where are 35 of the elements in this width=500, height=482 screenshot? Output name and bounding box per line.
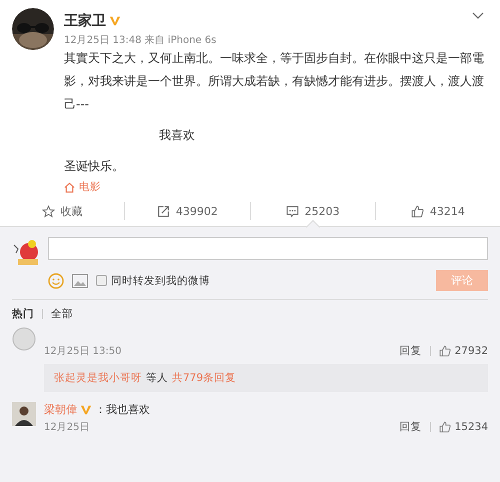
- star-icon: [42, 204, 55, 218]
- checkbox[interactable]: [96, 275, 107, 286]
- verified-icon: [80, 404, 92, 416]
- reply-link[interactable]: 回复: [400, 344, 422, 358]
- comment-tab[interactable]: 全部: [51, 307, 73, 321]
- comment-text: ：我也喜欢: [95, 402, 150, 417]
- thread-text: 等人: [146, 371, 168, 385]
- comment-time: 12月25日: [44, 421, 90, 434]
- thumbs-up-icon: [410, 204, 424, 218]
- like-button[interactable]: 15234: [438, 421, 488, 433]
- author-name[interactable]: 王家卫: [64, 12, 106, 30]
- like-button[interactable]: 27932: [438, 345, 488, 357]
- favorite-button[interactable]: 收藏: [0, 196, 124, 226]
- avatar[interactable]: [12, 402, 36, 426]
- repost-button[interactable]: 439902: [125, 196, 250, 226]
- comment-icon: [286, 204, 299, 218]
- post-text: 圣诞快乐。: [64, 158, 125, 175]
- thumbs-up-icon: [438, 421, 451, 433]
- reply-link[interactable]: 回复: [400, 420, 422, 434]
- chevron-down-icon[interactable]: [472, 12, 484, 20]
- image-icon[interactable]: [72, 274, 88, 288]
- like-button[interactable]: 43214: [376, 196, 500, 226]
- avatar[interactable]: [12, 8, 54, 50]
- comment-tab[interactable]: 热门: [12, 307, 34, 321]
- comment-time: 12月25日 13:50: [44, 345, 122, 358]
- share-icon: [156, 204, 170, 218]
- comment-input[interactable]: [48, 237, 488, 260]
- location-icon: [64, 182, 75, 192]
- smiley-icon[interactable]: [48, 272, 64, 288]
- thumbs-up-icon: [438, 345, 451, 357]
- repost-label: 同时转发到我的微博: [111, 274, 210, 288]
- post-text: 我喜欢: [159, 127, 196, 144]
- verified-icon: [109, 15, 121, 27]
- post-time: 12月25日 13:48 来自 iPhone 6s: [64, 34, 218, 47]
- post-text: 其實天下之大，又何止南北。一味求全，等于固步自封。在你眼中这只是一部電影，对我来讲是一个世界。所谓大成若缺，有缺憾才能有进步。摆渡人，渡人渡己---: [64, 50, 484, 113]
